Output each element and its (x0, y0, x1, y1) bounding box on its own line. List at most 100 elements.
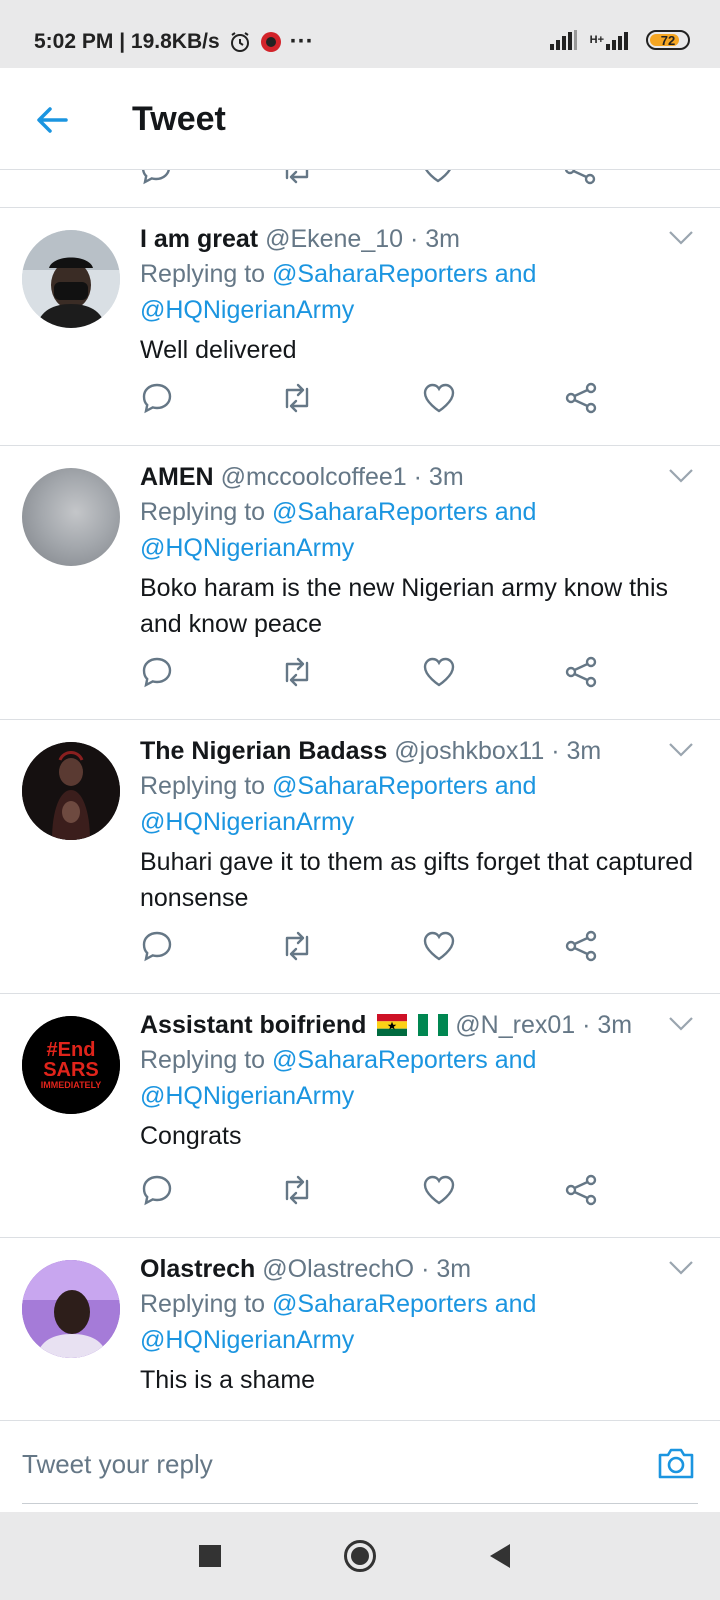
like-icon (423, 1175, 455, 1205)
retweet-icon (285, 1175, 309, 1205)
replying-to-label: Replying to (140, 260, 266, 288)
back-nav-button[interactable] (480, 1536, 520, 1576)
chevron-down-icon[interactable] (668, 1260, 694, 1276)
tweet-time: · 3m (582, 1011, 633, 1039)
chevron-down-icon[interactable] (668, 230, 694, 246)
chevron-down-icon[interactable] (668, 468, 694, 484)
mention-link[interactable]: @HQNigerianArmy (140, 1326, 354, 1354)
reply-input[interactable] (22, 1443, 622, 1485)
share-button[interactable] (563, 654, 599, 690)
camera-icon[interactable] (656, 1443, 696, 1483)
tweet-time: · 3m (551, 737, 602, 765)
back-arrow-icon (37, 107, 68, 133)
tweet-author-name[interactable]: The Nigerian Badass (140, 737, 387, 765)
like-button[interactable] (421, 654, 457, 690)
retweet-button[interactable] (279, 1172, 315, 1208)
reply-icon (142, 657, 172, 688)
share-button[interactable] (563, 380, 599, 416)
page-title: Tweet (132, 100, 226, 138)
share-icon (565, 930, 597, 962)
signal-icon-2 (606, 32, 628, 50)
replying-to-label: Replying to (140, 772, 266, 800)
avatar[interactable] (22, 1260, 120, 1358)
reply-button[interactable] (139, 654, 175, 690)
home-circle-icon (344, 1540, 376, 1572)
tweet-author-name[interactable]: Olastrech (140, 1255, 255, 1283)
retweet-icon (285, 931, 309, 961)
mention-link[interactable]: @HQNigerianArmy (140, 534, 354, 562)
tweet-item[interactable]: #End SARS IMMEDIATELY Assistant boifrien… (0, 994, 720, 1238)
share-button[interactable] (563, 928, 599, 964)
reply-button[interactable] (139, 380, 175, 416)
share-icon (565, 382, 597, 414)
avatar[interactable] (22, 468, 120, 566)
avatar[interactable] (22, 230, 120, 328)
mention-link[interactable]: @SaharaReporters and (272, 498, 536, 526)
reply-icon[interactable] (139, 170, 173, 186)
status-right: H+ 72 (549, 30, 690, 50)
tweet-item[interactable]: AMEN @mccoolcoffee1 · 3m Replying to @Sa… (0, 446, 720, 720)
share-icon[interactable] (563, 170, 597, 186)
avatar-image (22, 742, 120, 840)
avatar-image (22, 1260, 120, 1358)
system-nav-bar (0, 1512, 720, 1600)
reply-button[interactable] (139, 1172, 175, 1208)
retweet-icon[interactable] (279, 170, 315, 186)
tweet-author-name[interactable]: AMEN (140, 463, 214, 491)
mention-link[interactable]: @HQNigerianArmy (140, 296, 354, 324)
ghana-flag-icon (377, 1014, 408, 1036)
signal-icon (549, 30, 577, 50)
reply-composer (0, 1420, 720, 1508)
replying-to-label: Replying to (140, 1046, 266, 1074)
retweet-button[interactable] (279, 380, 315, 416)
tweet-author-handle: @OlastrechO (262, 1255, 415, 1283)
retweet-button[interactable] (279, 928, 315, 964)
tweet-author-name[interactable]: Assistant boifriend (140, 1011, 366, 1039)
mention-link[interactable]: @HQNigerianArmy (140, 1082, 354, 1110)
replying-to-label: Replying to (140, 498, 266, 526)
retweet-icon (285, 383, 309, 413)
status-left: 5:02 PM | 19.8KB/s ··· (34, 28, 314, 56)
mention-link[interactable]: @HQNigerianArmy (140, 808, 354, 836)
reply-icon (142, 1175, 172, 1206)
mention-link[interactable]: @SaharaReporters and (272, 772, 536, 800)
app-header: Tweet (0, 68, 720, 170)
network-label: H+ (589, 34, 604, 46)
tweet-text: This is a shame (140, 1366, 316, 1394)
like-button[interactable] (421, 928, 457, 964)
like-button[interactable] (421, 1172, 457, 1208)
like-button[interactable] (421, 380, 457, 416)
chevron-down-icon[interactable] (668, 742, 694, 758)
tweet-item[interactable]: The Nigerian Badass @joshkbox11 · 3m Rep… (0, 720, 720, 994)
tweet-time: · 3m (421, 1255, 472, 1283)
recents-button[interactable] (190, 1536, 230, 1576)
back-button[interactable] (30, 98, 74, 142)
app-notification-icon (260, 32, 281, 52)
tweet-actions (0, 1172, 720, 1212)
share-button[interactable] (563, 1172, 599, 1208)
mention-link[interactable]: @SaharaReporters and (272, 1046, 536, 1074)
status-more-icon: ··· (289, 28, 314, 55)
tweet-item[interactable]: I am great @Ekene_10 · 3m Replying to @S… (0, 208, 720, 446)
reply-icon (142, 931, 172, 962)
tweet-author-name[interactable]: I am great (140, 225, 258, 253)
tweet-text: Well delivered (140, 336, 297, 364)
back-triangle-icon (490, 1544, 510, 1568)
mention-link[interactable]: @SaharaReporters and (272, 1290, 536, 1318)
retweet-button[interactable] (279, 654, 315, 690)
chevron-down-icon[interactable] (668, 1016, 694, 1032)
like-icon[interactable] (421, 170, 455, 184)
tweet-actions (0, 928, 720, 968)
home-button[interactable] (340, 1536, 380, 1576)
mention-link[interactable]: @SaharaReporters and (272, 260, 536, 288)
reply-icon (142, 383, 172, 414)
tweet-time: · 3m (410, 225, 460, 253)
tweet-item[interactable]: Olastrech @OlastrechO · 3m Replying to @… (0, 1238, 720, 1420)
reply-button[interactable] (139, 928, 175, 964)
avatar[interactable]: #End SARS IMMEDIATELY (22, 1016, 120, 1114)
tweet-author-handle: @Ekene_10 (265, 225, 404, 253)
alarm-icon (230, 32, 249, 52)
like-icon (423, 931, 455, 961)
avatar[interactable] (22, 742, 120, 840)
partial-action-row (0, 170, 720, 208)
